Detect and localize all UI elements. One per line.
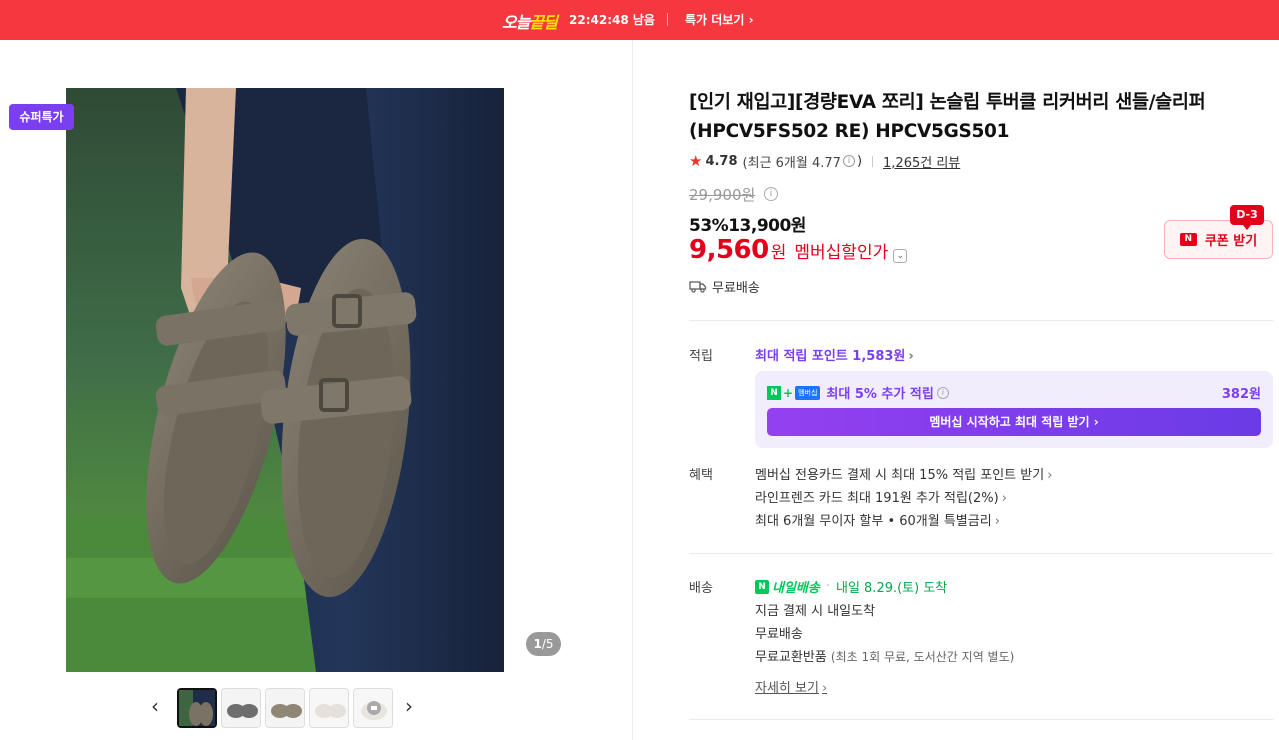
thumbnail-image — [266, 689, 304, 727]
review-count-link[interactable]: 1,265건 리뷰 — [883, 152, 960, 171]
membership-extra-row: N + 멤버십 최대 5% 추가 적립 i 382원 — [767, 383, 1261, 402]
thumbnail-strip: ‹ › — [148, 688, 428, 728]
start-membership-button[interactable]: 멤버십 시작하고 최대 적립 받기 › — [767, 408, 1261, 436]
benefit-item[interactable]: 멤버십 전용카드 결제 시 최대 15% 적립 포인트 받기 › — [755, 464, 1052, 483]
image-pager: 1/5 — [526, 632, 561, 656]
info-icon[interactable]: i — [842, 155, 855, 167]
deal-countdown: 22:42:48 남음 — [569, 13, 655, 27]
max-points-link[interactable]: 최대 적립 포인트 1,583원 › — [755, 345, 914, 364]
section-divider — [689, 719, 1273, 720]
benefit-item[interactable]: 라인프렌즈 카드 최대 191원 추가 적립(2%) › — [755, 487, 1007, 506]
chevron-left-icon[interactable]: ‹ — [151, 696, 159, 716]
thumbnail-image — [179, 690, 215, 726]
tomorrow-delivery-badge: N 내일배송 — [755, 577, 820, 596]
more-deals-link[interactable]: 특가 더보기 › — [685, 11, 754, 28]
benefit-item[interactable]: 최대 6개월 무이자 할부 • 60개월 특별금리 › — [755, 510, 1000, 529]
chevron-right-icon: › — [908, 349, 914, 364]
divider — [872, 155, 874, 167]
separator-dot: · — [825, 579, 830, 594]
discount-rate: 53% — [689, 216, 729, 236]
promo-divider — [667, 13, 668, 26]
sandal-photo — [66, 88, 504, 672]
chevron-down-icon[interactable]: ⌄ — [893, 249, 908, 263]
naver-n-icon: N — [755, 579, 769, 594]
delivery-line: 무료배송 — [755, 627, 803, 642]
coupon-dday-badge: D-3 — [1230, 205, 1264, 230]
thumbnail-3[interactable] — [265, 688, 305, 728]
delivery-eta: 내일 8.29.(토) 도착 — [835, 581, 948, 596]
delivery-line: 무료교환반품 (최초 1회 무료, 도서산간 지역 별도) — [755, 650, 1015, 665]
member-price: 9,560 — [689, 235, 769, 265]
chevron-right-icon: › — [1047, 468, 1053, 483]
thumbnail-2[interactable] — [221, 688, 261, 728]
naver-membership-logo: N + 멤버십 — [767, 385, 821, 400]
member-price-row: 9,560 원 멤버십할인가 ⌄ — [689, 235, 908, 265]
promo-bar: 오늘끝딜 22:42:48 남음 특가 더보기 › — [0, 0, 1279, 40]
sale-price-row: 53%13,900원 — [689, 211, 806, 236]
extra-points-text: 최대 5% 추가 적립 — [826, 387, 934, 402]
free-shipping: 무료배송 — [689, 277, 760, 296]
thumbnail-image — [354, 689, 392, 727]
plus-icon: + — [783, 385, 794, 400]
exchange-note: (최초 1회 무료, 도서산간 지역 별도) — [830, 650, 1015, 664]
extra-points-amount: 382원 — [1221, 387, 1261, 402]
thumbnail-5[interactable] — [353, 688, 393, 728]
super-deal-badge: 슈퍼특가 — [9, 104, 74, 130]
rating-row: ★ 4.78 (최근 6개월 4.77 i ) 1,265건 리뷰 — [689, 152, 961, 171]
chevron-right-icon: › — [994, 514, 1000, 529]
chevron-right-icon: › — [748, 13, 754, 27]
naver-coupon-icon: N — [1179, 233, 1197, 246]
membership-points-box: N + 멤버십 최대 5% 추가 적립 i 382원 멤버십 시작하고 최대 적… — [755, 371, 1273, 448]
product-title: [인기 재입고][경량EVA 쪼리] 논슬립 투버클 리커버리 샌들/슬리퍼 (… — [689, 92, 1206, 142]
points-label: 적립 — [689, 349, 713, 364]
original-price: 29,900원 — [689, 186, 756, 204]
coupon-button[interactable]: N 쿠폰 받기 — [1164, 220, 1273, 259]
delivery-label: 배송 — [689, 581, 713, 596]
member-price-unit: 원 — [770, 243, 787, 263]
member-price-label: 멤버십할인가 — [794, 243, 889, 263]
benefits-label: 혜택 — [689, 468, 713, 483]
section-divider — [689, 553, 1273, 554]
star-icon: ★ — [689, 152, 703, 170]
info-icon[interactable]: i — [764, 187, 778, 201]
thumbnail-4[interactable] — [309, 688, 349, 728]
truck-icon — [689, 280, 707, 293]
chevron-right-icon: › — [821, 681, 828, 696]
thumbnail-image — [222, 689, 260, 727]
delivery-detail-link[interactable]: 자세히 보기 › — [755, 677, 827, 696]
chevron-right-icon: › — [1001, 491, 1007, 506]
delivery-line: 지금 결제 시 내일도착 — [755, 604, 876, 619]
chevron-right-icon: › — [1093, 415, 1099, 429]
chevron-right-icon[interactable]: › — [405, 696, 413, 716]
info-icon[interactable]: i — [936, 386, 949, 399]
thumbnail-image — [310, 689, 348, 727]
tomorrow-delivery-row: N 내일배송 · 내일 8.29.(토) 도착 — [755, 577, 947, 596]
sale-price: 13,900원 — [728, 216, 806, 236]
rating-score: 4.78 — [705, 153, 738, 169]
recent-rating: (최근 6개월 4.77 — [742, 155, 841, 171]
section-divider — [689, 320, 1273, 321]
today-deal-logo[interactable]: 오늘끝딜 — [502, 9, 558, 33]
column-divider — [632, 40, 633, 740]
product-main-image[interactable] — [66, 88, 504, 672]
thumbnail-1[interactable] — [177, 688, 217, 728]
